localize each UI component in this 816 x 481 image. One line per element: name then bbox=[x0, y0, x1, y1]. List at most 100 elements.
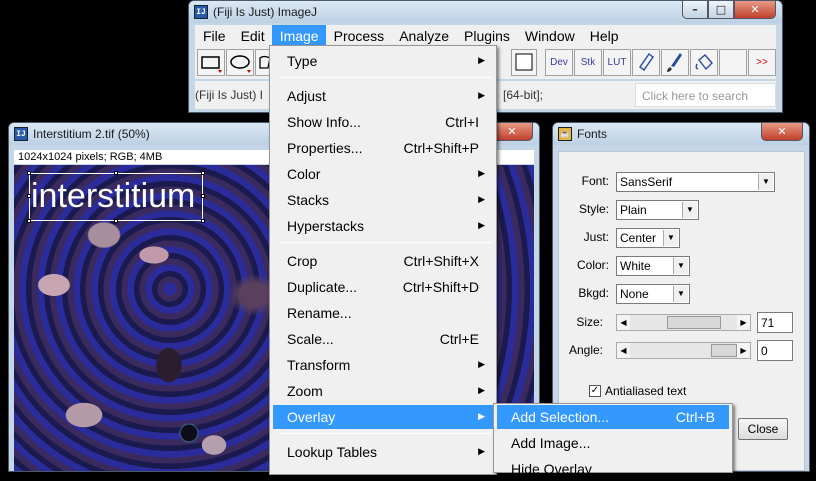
lut-menu-icon[interactable]: LUT bbox=[603, 49, 631, 76]
menu-item-label: Zoom bbox=[287, 383, 323, 399]
selection-handle[interactable] bbox=[201, 194, 205, 198]
slider-right-arrow-icon[interactable]: ▶ bbox=[737, 315, 750, 330]
slider-left-arrow-icon[interactable]: ◀ bbox=[617, 315, 630, 330]
menu-plugins[interactable]: Plugins bbox=[456, 25, 517, 47]
chevron-down-icon: ▼ bbox=[673, 286, 688, 302]
just-label: Just: bbox=[583, 230, 609, 244]
antialiased-checkbox[interactable]: ✓ bbox=[589, 385, 601, 397]
close-button[interactable]: Close bbox=[738, 418, 788, 440]
submenu-arrow-icon: ▶ bbox=[478, 446, 485, 456]
bkgd-value: None bbox=[620, 287, 649, 301]
menu-separator bbox=[280, 433, 492, 434]
selection-handle[interactable] bbox=[114, 171, 118, 175]
search-input[interactable]: Click here to search bbox=[635, 83, 776, 107]
maximize-icon[interactable]: □ bbox=[708, 1, 734, 19]
angle-slider[interactable]: ◀ ▶ bbox=[616, 342, 751, 359]
more-tools-icon[interactable]: >> bbox=[748, 49, 776, 76]
size-input[interactable]: 71 bbox=[757, 312, 793, 333]
submenu-arrow-icon: ▶ bbox=[478, 385, 485, 395]
menu-item-overlay[interactable]: Overlay ▶ bbox=[273, 405, 493, 429]
menu-item-properties[interactable]: Properties... Ctrl+Shift+P bbox=[273, 136, 493, 160]
color-select[interactable]: White ▼ bbox=[616, 256, 690, 276]
fonts-title: Fonts bbox=[577, 127, 608, 141]
menu-item-stacks[interactable]: Stacks ▶ bbox=[273, 188, 493, 212]
brush-tool-icon[interactable] bbox=[661, 49, 689, 76]
menu-item-lookup-tables[interactable]: Lookup Tables ▶ bbox=[273, 440, 493, 464]
size-slider-thumb[interactable] bbox=[667, 316, 721, 329]
menu-item-adjust[interactable]: Adjust ▶ bbox=[273, 84, 493, 108]
submenu-arrow-icon: ▶ bbox=[478, 411, 485, 421]
menu-item-crop[interactable]: Crop Ctrl+Shift+X bbox=[273, 249, 493, 273]
close-icon[interactable]: ✕ bbox=[761, 123, 803, 141]
menu-item-duplicate[interactable]: Duplicate... Ctrl+Shift+D bbox=[273, 275, 493, 299]
selection-handle[interactable] bbox=[201, 171, 205, 175]
minimize-icon[interactable]: – bbox=[682, 1, 708, 19]
imagej-title: (Fiji Is Just) ImageJ bbox=[213, 5, 318, 19]
menu-item-add-image[interactable]: Add Image... bbox=[497, 431, 729, 455]
menu-process[interactable]: Process bbox=[326, 25, 392, 47]
oval-tool-icon[interactable] bbox=[226, 49, 254, 76]
menu-item-shortcut: Ctrl+Shift+P bbox=[403, 140, 479, 156]
color-label: Color: bbox=[576, 258, 609, 272]
overlay-text: interstitium bbox=[31, 177, 196, 215]
menu-item-show-info[interactable]: Show Info... Ctrl+I bbox=[273, 110, 493, 134]
style-select[interactable]: Plain ▼ bbox=[616, 200, 699, 220]
flood-fill-icon[interactable] bbox=[690, 49, 718, 76]
window-controls: – □ ✕ bbox=[682, 1, 776, 19]
background-select[interactable]: None ▼ bbox=[616, 284, 690, 304]
menu-item-rename[interactable]: Rename... bbox=[273, 301, 493, 325]
menu-item-scale[interactable]: Scale... Ctrl+E bbox=[273, 327, 493, 351]
fonts-window-controls: ✕ bbox=[761, 123, 803, 141]
menu-item-add-selection[interactable]: Add Selection... Ctrl+B bbox=[497, 405, 729, 429]
menu-item-label: Overlay bbox=[287, 409, 336, 425]
menu-item-hide-overlay[interactable]: Hide Overlay bbox=[497, 457, 729, 481]
stk-menu-icon[interactable]: Stk bbox=[574, 49, 602, 76]
font-select[interactable]: SansSerif ▼ bbox=[616, 172, 775, 192]
menu-file[interactable]: File bbox=[195, 25, 233, 47]
menu-separator bbox=[280, 242, 492, 243]
menu-item-label: Show Info... bbox=[287, 114, 361, 130]
selection-handle[interactable] bbox=[201, 219, 205, 223]
pencil-tool-icon[interactable] bbox=[632, 49, 660, 76]
menu-item-transform[interactable]: Transform ▶ bbox=[273, 353, 493, 377]
menu-item-type[interactable]: Type ▶ bbox=[273, 49, 493, 73]
menu-item-zoom[interactable]: Zoom ▶ bbox=[273, 379, 493, 403]
chevron-down-icon: ▼ bbox=[663, 230, 678, 246]
menu-help[interactable]: Help bbox=[582, 25, 626, 47]
close-icon[interactable]: ✕ bbox=[734, 1, 776, 19]
stk-label: Stk bbox=[580, 57, 596, 68]
color-swatch-icon[interactable] bbox=[511, 49, 537, 76]
menu-image[interactable]: Image bbox=[271, 25, 326, 47]
rectangle-tool-icon[interactable] bbox=[197, 49, 225, 76]
chevron-down-icon: ▼ bbox=[758, 174, 773, 190]
size-slider[interactable]: ◀ ▶ bbox=[616, 314, 751, 331]
slider-left-arrow-icon[interactable]: ◀ bbox=[617, 343, 630, 358]
submenu-arrow-icon: ▶ bbox=[478, 194, 485, 204]
dev-label: Dev bbox=[550, 57, 568, 68]
selection-handle[interactable] bbox=[114, 219, 118, 223]
menu-item-label: Color bbox=[287, 166, 321, 182]
menu-item-color[interactable]: Color ▶ bbox=[273, 162, 493, 186]
dev-menu-icon[interactable]: Dev bbox=[545, 49, 573, 76]
menu-item-hyperstacks[interactable]: Hyperstacks ▶ bbox=[273, 214, 493, 238]
close-icon[interactable]: ✕ bbox=[491, 123, 533, 141]
angle-slider-thumb[interactable] bbox=[711, 344, 737, 357]
menu-item-shortcut: Ctrl+E bbox=[439, 331, 479, 347]
selection-handle[interactable] bbox=[27, 219, 31, 223]
justification-select[interactable]: Center ▼ bbox=[616, 228, 680, 248]
java-cup-icon: ☕ bbox=[558, 127, 572, 141]
status-text: (Fiji Is Just) I bbox=[195, 88, 263, 102]
menu-item-label: Rename... bbox=[287, 305, 352, 321]
menu-item-label: Crop bbox=[287, 253, 318, 269]
color-value: White bbox=[620, 259, 651, 273]
submenu-arrow-icon: ▶ bbox=[478, 220, 485, 230]
slider-right-arrow-icon[interactable]: ▶ bbox=[737, 343, 750, 358]
chevron-down-icon: ▼ bbox=[682, 202, 697, 218]
angle-label: Angle: bbox=[568, 343, 603, 357]
menu-edit[interactable]: Edit bbox=[233, 25, 272, 47]
menu-separator bbox=[280, 77, 492, 78]
menu-analyze[interactable]: Analyze bbox=[391, 25, 456, 47]
selection-handle[interactable] bbox=[27, 171, 31, 175]
menu-window[interactable]: Window bbox=[517, 25, 582, 47]
angle-input[interactable]: 0 bbox=[757, 340, 793, 361]
